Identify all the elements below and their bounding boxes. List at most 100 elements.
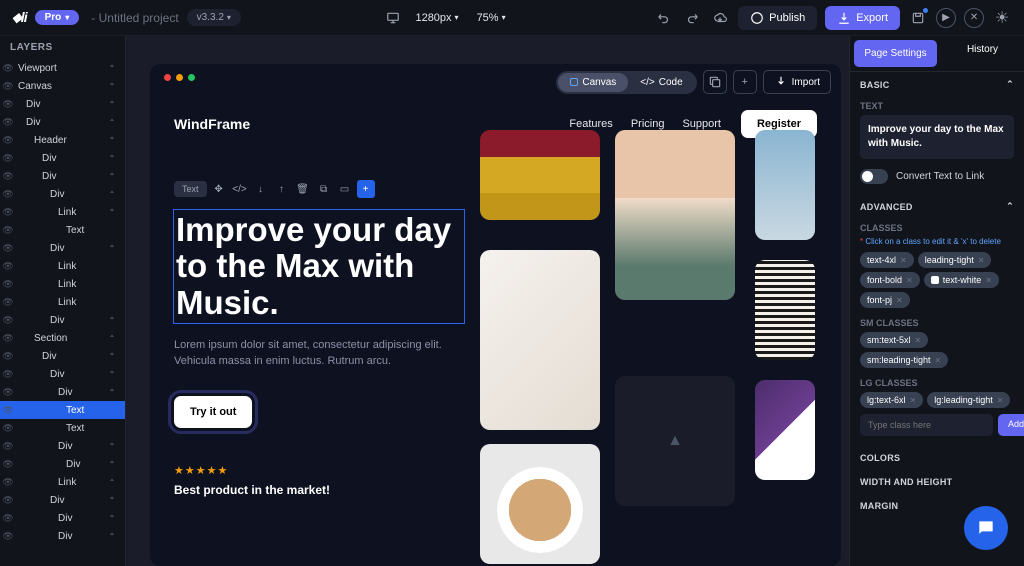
zoom-selector[interactable]: 75%▾ [471, 9, 512, 27]
remove-icon[interactable]: ✕ [900, 256, 907, 265]
code-elem-icon[interactable]: </> [231, 180, 249, 198]
layer-row[interactable]: 👁Div⌃ [0, 95, 125, 113]
section-width-height[interactable]: WIDTH AND HEIGHT [850, 470, 1024, 494]
eye-icon[interactable]: 👁 [2, 458, 14, 470]
hero-title[interactable]: Improve your day to the Max with Music. [174, 210, 464, 323]
remove-icon[interactable]: ✕ [906, 276, 913, 285]
class-tag[interactable]: lg:text-6xl✕ [860, 392, 923, 408]
layer-row[interactable]: 👁Link⌃ [0, 203, 125, 221]
eye-icon[interactable]: 👁 [2, 134, 14, 146]
section-advanced[interactable]: ADVANCED⌃ [850, 194, 1024, 219]
chevron-up-icon[interactable]: ⌃ [107, 334, 117, 343]
layer-row[interactable]: 👁Div⌃ [0, 455, 125, 473]
plan-badge[interactable]: Pro▾ [35, 10, 80, 25]
remove-icon[interactable]: ✕ [915, 336, 922, 345]
layer-row[interactable]: 👁Div⌃ [0, 167, 125, 185]
layer-row[interactable]: 👁Text [0, 401, 125, 419]
layer-row[interactable]: 👁Div⌃ [0, 149, 125, 167]
eye-icon[interactable]: 👁 [2, 314, 14, 326]
remove-icon[interactable]: ✕ [896, 296, 903, 305]
tab-history[interactable]: History [941, 36, 1024, 71]
layer-row[interactable]: 👁Div⌃ [0, 239, 125, 257]
layer-row[interactable]: 👁Link [0, 257, 125, 275]
chevron-up-icon[interactable]: ⌃ [107, 244, 117, 253]
eye-icon[interactable]: 👁 [2, 260, 14, 272]
chevron-up-icon[interactable]: ⌃ [107, 100, 117, 109]
class-tag[interactable]: sm:text-5xl✕ [860, 332, 928, 348]
cloud-icon[interactable] [710, 8, 730, 28]
layer-row[interactable]: 👁Link [0, 293, 125, 311]
trash-icon[interactable]: 🗑 [294, 180, 312, 198]
remove-icon[interactable]: ✕ [978, 256, 985, 265]
chevron-up-icon[interactable]: ⌃ [107, 388, 117, 397]
eye-icon[interactable]: 👁 [2, 476, 14, 488]
chevron-up-icon[interactable]: ⌃ [107, 118, 117, 127]
chevron-up-icon[interactable]: ⌃ [107, 496, 117, 505]
chevron-up-icon[interactable]: ⌃ [107, 172, 117, 181]
chevron-up-icon[interactable]: ⌃ [107, 370, 117, 379]
eye-icon[interactable]: 👁 [2, 386, 14, 398]
add-button[interactable]: Add [998, 414, 1024, 436]
remove-icon[interactable]: ✕ [997, 396, 1004, 405]
layer-row[interactable]: 👁Link [0, 275, 125, 293]
eye-icon[interactable]: 👁 [2, 278, 14, 290]
chat-fab[interactable] [964, 506, 1008, 550]
eye-icon[interactable]: 👁 [2, 224, 14, 236]
layer-row[interactable]: 👁Text [0, 419, 125, 437]
move-icon[interactable]: ✥ [210, 180, 228, 198]
chevron-up-icon[interactable]: ⌃ [107, 442, 117, 451]
tab-page-settings[interactable]: Page Settings [854, 40, 937, 67]
copy-elem-icon[interactable]: ⧉ [315, 180, 333, 198]
class-tag[interactable]: font-pj✕ [860, 292, 910, 308]
layer-row[interactable]: 👁Div⌃ [0, 185, 125, 203]
layer-row[interactable]: 👁Div⌃ [0, 311, 125, 329]
add-icon[interactable]: + [733, 70, 757, 94]
eye-icon[interactable]: 👁 [2, 422, 14, 434]
eye-icon[interactable]: 👁 [2, 368, 14, 380]
convert-toggle[interactable] [860, 169, 888, 184]
eye-icon[interactable]: 👁 [2, 350, 14, 362]
eye-icon[interactable]: 👁 [2, 404, 14, 416]
eye-icon[interactable]: 👁 [2, 116, 14, 128]
chevron-up-icon[interactable]: ⌃ [107, 136, 117, 145]
eye-icon[interactable]: 👁 [2, 152, 14, 164]
eye-icon[interactable]: 👁 [2, 530, 14, 542]
section-colors[interactable]: COLORS [850, 446, 1024, 470]
cta-button[interactable]: Try it out [174, 396, 252, 428]
eye-icon[interactable]: 👁 [2, 98, 14, 110]
eye-icon[interactable]: 👁 [2, 242, 14, 254]
canvas-tab[interactable]: Canvas [558, 73, 628, 92]
text-value-box[interactable]: Improve your day to the Max with Music. [860, 115, 1014, 159]
arrow-up-icon[interactable]: ↑ [273, 180, 291, 198]
redo-icon[interactable] [682, 8, 702, 28]
chevron-up-icon[interactable]: ⌃ [107, 82, 117, 91]
section-basic[interactable]: BASIC⌃ [850, 72, 1024, 97]
eye-icon[interactable]: 👁 [2, 440, 14, 452]
eye-icon[interactable]: 👁 [2, 80, 14, 92]
layer-row[interactable]: 👁Canvas⌃ [0, 77, 125, 95]
theme-icon[interactable]: ☀ [992, 8, 1012, 28]
chevron-up-icon[interactable]: ⌃ [107, 208, 117, 217]
remove-icon[interactable]: ✕ [985, 276, 992, 285]
import-button[interactable]: Import [763, 70, 831, 94]
chevron-up-icon[interactable]: ⌃ [107, 460, 117, 469]
layer-row[interactable]: 👁Header⌃ [0, 131, 125, 149]
undo-icon[interactable] [654, 8, 674, 28]
chevron-up-icon[interactable]: ⌃ [107, 64, 117, 73]
play-icon[interactable]: ▶ [936, 8, 956, 28]
eye-icon[interactable]: 👁 [2, 512, 14, 524]
class-input[interactable] [860, 414, 993, 436]
eye-icon[interactable]: 👁 [2, 296, 14, 308]
class-tag[interactable]: text-4xl✕ [860, 252, 914, 268]
layer-row[interactable]: 👁Text [0, 221, 125, 239]
save-icon[interactable] [908, 8, 928, 28]
width-selector[interactable]: 1280px▾ [409, 9, 464, 27]
eye-icon[interactable]: 👁 [2, 170, 14, 182]
arrow-down-icon[interactable]: ↓ [252, 180, 270, 198]
chevron-up-icon[interactable]: ⌃ [107, 532, 117, 541]
layer-row[interactable]: 👁Div⌃ [0, 365, 125, 383]
eye-icon[interactable]: 👁 [2, 206, 14, 218]
chevron-up-icon[interactable]: ⌃ [107, 190, 117, 199]
layer-row[interactable]: 👁Link⌃ [0, 473, 125, 491]
copy-icon[interactable] [703, 70, 727, 94]
